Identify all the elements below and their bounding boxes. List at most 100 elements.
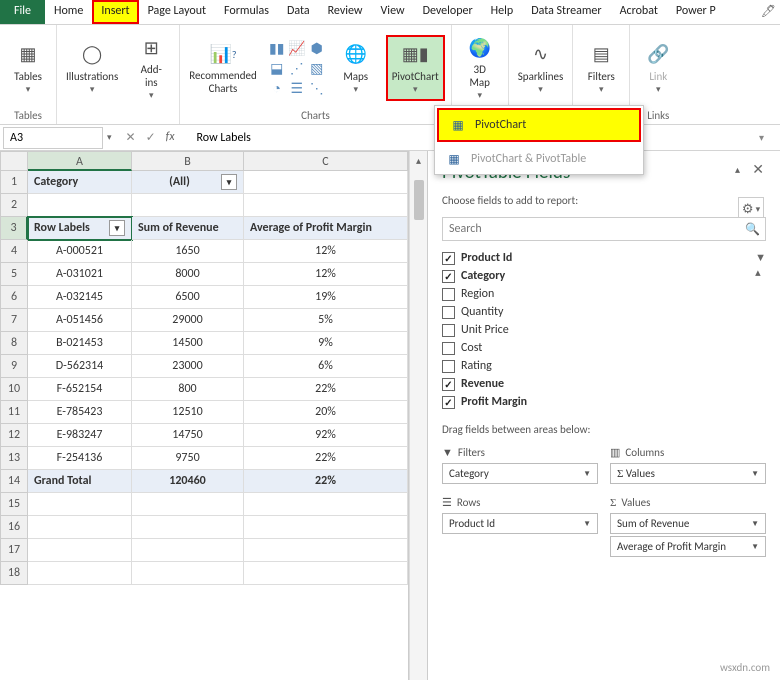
tables-button[interactable]: ▦Tables▾ (6, 39, 50, 98)
pivot-filter-label[interactable]: Category (28, 171, 132, 194)
tab-view[interactable]: View (372, 0, 414, 24)
pivot-row-revenue[interactable]: 14500 (132, 332, 244, 355)
row-header[interactable]: 18 (0, 562, 28, 585)
field-cost[interactable]: Cost (442, 341, 749, 355)
row-header[interactable]: 4 (0, 240, 28, 263)
cell[interactable] (244, 539, 408, 562)
row-header[interactable]: 7 (0, 309, 28, 332)
pivot-row-margin[interactable]: 12% (244, 240, 408, 263)
cell[interactable] (244, 562, 408, 585)
vertical-scrollbar[interactable]: ▴ (409, 151, 427, 680)
cell[interactable] (244, 194, 408, 217)
pivot-row-id[interactable]: A-000521 (28, 240, 132, 263)
tab-data[interactable]: Data (278, 0, 319, 24)
area-values[interactable]: ΣValues Sum of Revenue▼ Average of Profi… (610, 496, 766, 559)
pivot-row-margin[interactable]: 6% (244, 355, 408, 378)
pill-col-values[interactable]: Σ Values▼ (610, 463, 766, 484)
cell[interactable] (132, 562, 244, 585)
checkbox-icon[interactable] (442, 306, 455, 319)
expand-formula-icon[interactable]: ▾ (753, 131, 770, 144)
pivot-row-id[interactable]: A-031021 (28, 263, 132, 286)
tab-review[interactable]: Review (319, 0, 372, 24)
checkbox-icon[interactable] (442, 342, 455, 355)
pivot-row-id[interactable]: F-254136 (28, 447, 132, 470)
pivot-row-revenue[interactable]: 6500 (132, 286, 244, 309)
cell[interactable] (132, 516, 244, 539)
row-header[interactable]: 11 (0, 401, 28, 424)
row-header[interactable]: 16 (0, 516, 28, 539)
cell[interactable] (244, 516, 408, 539)
tab-acrobat[interactable]: Acrobat (611, 0, 667, 24)
pivot-revenue-header[interactable]: Sum of Revenue (132, 217, 244, 240)
checkbox-icon[interactable]: ✓ (442, 396, 455, 409)
row-header[interactable]: 6 (0, 286, 28, 309)
pivot-row-margin[interactable]: 12% (244, 263, 408, 286)
fx-icon[interactable]: fx (166, 130, 175, 145)
field-category[interactable]: ✓Category (442, 269, 749, 283)
maps-button[interactable]: 🌐Maps▾ (334, 39, 378, 98)
tab-file[interactable]: File (0, 0, 45, 24)
recommended-charts-button[interactable]: 📊?Recommended Charts (186, 38, 259, 97)
field-unit-price[interactable]: Unit Price (442, 323, 749, 337)
pill-filter-category[interactable]: Category▼ (442, 463, 598, 484)
fields-search-input[interactable] (442, 217, 766, 241)
tab-formulas[interactable]: Formulas (215, 0, 278, 24)
pivot-row-revenue[interactable]: 29000 (132, 309, 244, 332)
cell[interactable] (244, 171, 408, 194)
row-header[interactable]: 5 (0, 263, 28, 286)
checkbox-icon[interactable]: ✓ (442, 270, 455, 283)
row-header[interactable]: 13 (0, 447, 28, 470)
pivot-row-revenue[interactable]: 1650 (132, 240, 244, 263)
tab-home[interactable]: Home (45, 0, 92, 24)
row-header[interactable]: 10 (0, 378, 28, 401)
cell[interactable] (28, 516, 132, 539)
field-profit-margin[interactable]: ✓Profit Margin (442, 395, 749, 409)
tab-page-layout[interactable]: Page Layout (139, 0, 215, 24)
checkbox-icon[interactable] (442, 324, 455, 337)
field-region[interactable]: Region (442, 287, 749, 301)
pie-chart-icon[interactable]: ◔ (268, 79, 286, 97)
pivotchart-button[interactable]: ▦▮PivotChart▾ (386, 35, 445, 102)
pivot-row-revenue[interactable]: 9750 (132, 447, 244, 470)
link-button[interactable]: 🔗Link▾ (636, 39, 680, 98)
pivot-row-margin[interactable]: 5% (244, 309, 408, 332)
pivot-rowlabels-header[interactable]: Row Labels▾ (28, 217, 132, 240)
addins-button[interactable]: ⊞Add- ins▾ (129, 32, 173, 104)
row-header[interactable]: 17 (0, 539, 28, 562)
row-header[interactable]: 2 (0, 194, 28, 217)
dropdown-pivotchart[interactable]: ▦PivotChart (437, 108, 641, 142)
area-filters[interactable]: ▼Filters Category▼ (442, 446, 598, 486)
cell[interactable] (28, 493, 132, 516)
scroll-up-icon[interactable]: ▴ (413, 151, 424, 170)
tab-help[interactable]: Help (482, 0, 523, 24)
pivot-row-id[interactable]: E-983247 (28, 424, 132, 447)
pivot-row-revenue[interactable]: 8000 (132, 263, 244, 286)
pivot-grand-total-revenue[interactable]: 120460 (132, 470, 244, 493)
column-chart-icon[interactable]: ▮▮ (268, 39, 286, 57)
pill-val-margin[interactable]: Average of Profit Margin▼ (610, 536, 766, 557)
checkbox-icon[interactable]: ✓ (442, 378, 455, 391)
pill-val-revenue[interactable]: Sum of Revenue▼ (610, 513, 766, 534)
tab-developer[interactable]: Developer (414, 0, 482, 24)
scroll-thumb[interactable] (414, 180, 424, 220)
sparklines-button[interactable]: ∿Sparklines▾ (515, 39, 567, 98)
name-box[interactable] (3, 127, 103, 149)
field-scroll-up-icon[interactable]: ▴ (755, 266, 766, 279)
pivot-grand-total-label[interactable]: Grand Total (28, 470, 132, 493)
field-product-id[interactable]: ✓Product Id (442, 251, 749, 265)
row-header[interactable]: 12 (0, 424, 28, 447)
pivot-grand-total-margin[interactable]: 22% (244, 470, 408, 493)
pivot-row-margin[interactable]: 19% (244, 286, 408, 309)
pivot-row-revenue[interactable]: 14750 (132, 424, 244, 447)
pivot-row-id[interactable]: B-021453 (28, 332, 132, 355)
dropdown-pivotchart-table[interactable]: ▦PivotChart & PivotTable (435, 144, 643, 174)
checkbox-icon[interactable] (442, 360, 455, 373)
row-header[interactable]: 1 (0, 171, 28, 194)
field-revenue[interactable]: ✓Revenue (442, 377, 749, 391)
surface-chart-icon[interactable]: ▧ (308, 59, 326, 77)
checkbox-icon[interactable] (442, 288, 455, 301)
cell[interactable] (244, 493, 408, 516)
row-header[interactable]: 8 (0, 332, 28, 355)
pivot-row-margin[interactable]: 92% (244, 424, 408, 447)
pivot-row-margin[interactable]: 22% (244, 378, 408, 401)
